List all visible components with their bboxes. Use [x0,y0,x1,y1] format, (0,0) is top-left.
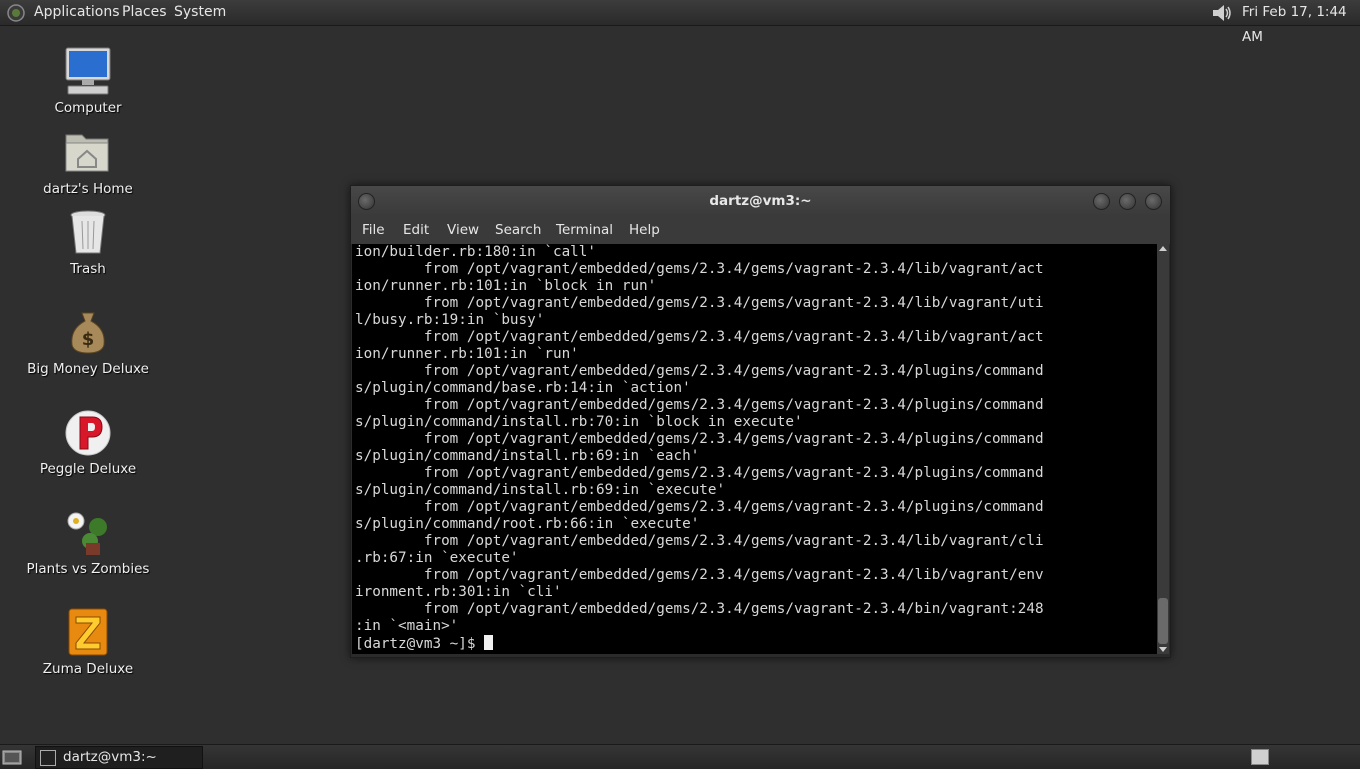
maximize-button[interactable] [1119,193,1136,210]
title-bar[interactable]: dartz@vm3:~ [351,186,1170,216]
taskbar-window-button[interactable]: dartz@vm3:~ [35,746,203,769]
desktop-icon-plants-vs-zombies[interactable]: Plants vs Zombies [8,507,168,577]
terminal-output: ion/builder.rb:180:in `call' from /opt/v… [355,244,1044,634]
shell-prompt: [dartz@vm3 ~]$ [355,636,485,652]
desktop-icon-label: Big Money Deluxe [27,361,149,377]
desktop-icon-big-money-deluxe[interactable]: $ Big Money Deluxe [8,307,168,377]
scroll-up-arrow-icon[interactable] [1159,246,1167,251]
trash-icon [70,210,106,254]
edit-menu[interactable]: Edit [403,216,429,244]
places-menu[interactable]: Places [122,0,167,25]
top-panel: Applications Places System Fri Feb 17, 1… [0,0,1360,45]
menu-bar: File Edit View Search Terminal Help [351,216,1170,244]
show-desktop-icon[interactable] [2,748,22,766]
desktop-icon-label: Zuma Deluxe [42,661,134,677]
file-menu[interactable]: File [362,216,385,244]
desktop-icon-label: Peggle Deluxe [39,461,137,477]
desktop-icon-computer[interactable]: Computer [8,46,168,116]
desktop-icon-trash[interactable]: Trash [8,207,168,277]
zuma-icon [68,608,108,656]
terminal-icon [40,750,56,766]
money-bag-icon: $ [71,312,105,354]
svg-text:$: $ [82,329,95,350]
applications-menu[interactable]: Applications [34,0,120,25]
desktop-icon-zuma-deluxe[interactable]: Zuma Deluxe [8,607,168,677]
computer-icon [65,47,111,95]
minimize-button[interactable] [1093,193,1110,210]
help-menu[interactable]: Help [629,216,660,244]
desktop-icon-label: dartz's Home [43,181,133,197]
text-cursor [484,635,494,650]
home-folder-icon [65,134,109,172]
workspace-switcher[interactable] [1251,749,1269,765]
search-menu[interactable]: Search [495,216,541,244]
view-menu[interactable]: View [447,216,479,244]
system-menu[interactable]: System [174,0,226,25]
terminal-output-area[interactable]: ion/builder.rb:180:in `call' from /opt/v… [352,244,1157,654]
volume-icon[interactable] [1210,2,1234,24]
desktop-icon-label: Computer [54,100,122,116]
close-button[interactable] [1145,193,1162,210]
peggle-icon [65,410,111,456]
scrollbar-thumb[interactable] [1158,598,1168,644]
scroll-down-arrow-icon[interactable] [1159,647,1167,652]
taskbar-window-label: dartz@vm3:~ [63,749,157,765]
terminal-window[interactable]: dartz@vm3:~ File Edit View Search Termin… [350,185,1171,658]
vertical-scrollbar[interactable] [1157,244,1169,654]
plants-vs-zombies-icon [67,512,107,555]
clock[interactable]: Fri Feb 17, 1:44 AM [1242,0,1360,45]
desktop-icon-home[interactable]: dartz's Home [8,127,168,197]
desktop-icon-label: Trash [70,261,106,277]
terminal-menu[interactable]: Terminal [556,216,613,244]
desktop-icon-label: Plants vs Zombies [26,561,150,577]
gnome-foot-icon[interactable] [6,3,26,23]
bottom-panel: dartz@vm3:~ [0,744,1360,769]
desktop-icon-peggle-deluxe[interactable]: Peggle Deluxe [8,407,168,477]
window-title: dartz@vm3:~ [709,193,812,209]
